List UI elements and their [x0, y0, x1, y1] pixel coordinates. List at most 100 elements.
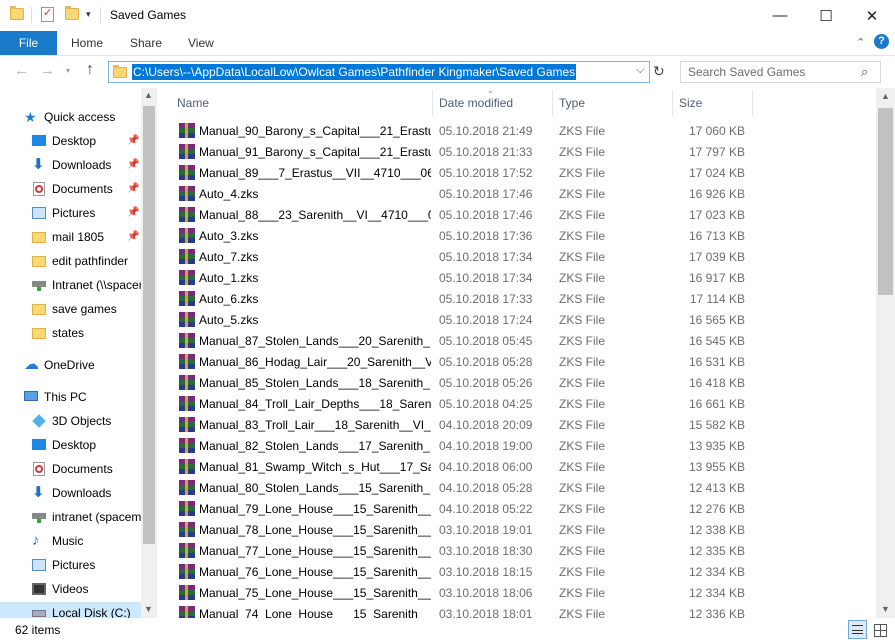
sidebar-item-label: This PC	[44, 390, 87, 404]
sidebar-item[interactable]: Intranet (\\spacem	[0, 274, 141, 296]
sidebar-item[interactable]: intranet (spacem	[0, 506, 141, 528]
file-row[interactable]: Manual_80_Stolen_Lands___15_Sarenith_...…	[158, 477, 876, 498]
scroll-down-icon[interactable]: ▼	[144, 604, 153, 614]
file-type: ZKS File	[559, 334, 606, 348]
computer-icon	[24, 390, 38, 404]
tab-file[interactable]: File	[0, 31, 57, 55]
navigation-scrollbar-thumb[interactable]	[143, 106, 155, 544]
sidebar-item[interactable]: Videos	[0, 578, 141, 600]
help-icon[interactable]: ?	[874, 34, 889, 49]
file-date-modified: 05.10.2018 17:34	[439, 250, 533, 264]
file-name: Auto_3.zks	[199, 229, 259, 243]
archive-file-icon	[179, 186, 195, 201]
archive-file-icon	[179, 480, 195, 495]
file-row[interactable]: Manual_87_Stolen_Lands___20_Sarenith_...…	[158, 330, 876, 351]
column-size[interactable]: Size	[679, 96, 702, 110]
sidebar-item[interactable]: Documents	[0, 458, 141, 480]
forward-icon[interactable]: →	[40, 62, 55, 79]
archive-file-icon	[179, 312, 195, 327]
file-row[interactable]: Manual_91_Barony_s_Capital___21_Erastu..…	[158, 141, 876, 162]
tab-view[interactable]: View	[188, 36, 214, 50]
column-divider[interactable]	[432, 90, 433, 116]
tab-home[interactable]: Home	[71, 36, 103, 50]
file-row[interactable]: Manual_75_Lone_House___15_Sarenith__... 0…	[158, 582, 876, 603]
file-row[interactable]: Manual_79_Lone_House___15_Sarenith__... 0…	[158, 498, 876, 519]
minimize-button[interactable]: —	[757, 0, 803, 31]
sidebar-item[interactable]: save games	[0, 298, 141, 320]
sidebar-item[interactable]: states	[0, 322, 141, 344]
file-row[interactable]: Manual_78_Lone_House___15_Sarenith__... 0…	[158, 519, 876, 540]
sidebar-item[interactable]: Desktop	[0, 130, 141, 152]
file-row[interactable]: Manual_81_Swamp_Witch_s_Hut___17_Sa... 04…	[158, 456, 876, 477]
sidebar-item[interactable]: Desktop	[0, 434, 141, 456]
file-date-modified: 05.10.2018 17:46	[439, 208, 533, 222]
file-row[interactable]: Auto_4.zks 05.10.2018 17:46 ZKS File 16 926…	[158, 183, 876, 204]
file-type: ZKS File	[559, 397, 606, 411]
scroll-up-icon[interactable]: ▲	[144, 90, 153, 100]
file-row[interactable]: Manual_82_Stolen_Lands___17_Sarenith_...…	[158, 435, 876, 456]
sidebar-item[interactable]: ★ Quick access	[0, 106, 141, 128]
file-row[interactable]: Manual_86_Hodag_Lair___20_Sarenith__VI..…	[158, 351, 876, 372]
file-date-modified: 04.10.2018 06:00	[439, 460, 533, 474]
sidebar-item[interactable]: edit pathfinder	[0, 250, 141, 272]
archive-file-icon	[179, 333, 195, 348]
file-row[interactable]: Auto_6.zks 05.10.2018 17:33 ZKS File 17 114…	[158, 288, 876, 309]
collapse-ribbon-icon[interactable]: ⌃	[856, 36, 865, 49]
scroll-down-icon[interactable]: ▼	[881, 604, 890, 614]
search-icon[interactable]: ⌕	[861, 64, 868, 80]
file-row[interactable]: Auto_1.zks 05.10.2018 17:34 ZKS File 16 917…	[158, 267, 876, 288]
file-row[interactable]: Manual_89___7_Erastus__VII__4710___06_..…	[158, 162, 876, 183]
sidebar-item[interactable]: Pictures	[0, 554, 141, 576]
column-name[interactable]: Name	[177, 96, 209, 110]
column-type[interactable]: Type	[559, 96, 585, 110]
recent-locations-icon[interactable]: ▾	[66, 66, 70, 75]
file-size: 17 060 KB	[688, 124, 745, 138]
file-row[interactable]: Auto_5.zks 05.10.2018 17:24 ZKS File 16 565…	[158, 309, 876, 330]
sidebar-item-label: Quick access	[44, 110, 116, 124]
sidebar-item[interactable]: Documents	[0, 178, 141, 200]
tab-share[interactable]: Share	[130, 36, 162, 50]
pin-icon: 📌	[127, 183, 140, 194]
large-icons-view-button[interactable]	[870, 620, 889, 639]
refresh-icon[interactable]: ↻	[653, 63, 665, 80]
file-date-modified: 05.10.2018 17:24	[439, 313, 533, 327]
address-path[interactable]: C:\Users\--\AppData\LocalLow\Owlcat Game…	[132, 64, 577, 80]
file-list-scrollbar-thumb[interactable]	[878, 108, 893, 295]
file-row[interactable]: Auto_7.zks 05.10.2018 17:34 ZKS File 17 039…	[158, 246, 876, 267]
sidebar-item[interactable]: ⬇ Downloads	[0, 154, 141, 176]
new-folder-icon[interactable]	[65, 6, 79, 20]
download-icon: ⬇	[32, 484, 45, 501]
column-date-modified[interactable]: Date modified	[439, 96, 513, 110]
sidebar-item[interactable]: ☁ OneDrive	[0, 354, 141, 376]
file-row[interactable]: Manual_74_Lone_House___15_Sarenith__... 0…	[158, 603, 876, 618]
sidebar-item-label: Downloads	[52, 158, 112, 172]
file-row[interactable]: Manual_76_Lone_House___15_Sarenith__... 0…	[158, 561, 876, 582]
column-divider[interactable]	[672, 90, 673, 116]
sidebar-item[interactable]: 3D Objects	[0, 410, 141, 432]
sidebar-item[interactable]: ♪ Music	[0, 530, 141, 552]
back-icon[interactable]: ←	[14, 62, 29, 79]
file-size: 16 917 KB	[688, 271, 745, 285]
properties-icon[interactable]: ✓	[41, 7, 54, 22]
sidebar-item-label: states	[52, 326, 85, 340]
sidebar-item[interactable]: This PC	[0, 386, 141, 408]
file-row[interactable]: Auto_3.zks 05.10.2018 17:36 ZKS File 16 713…	[158, 225, 876, 246]
close-button[interactable]: ✕	[849, 0, 895, 31]
file-row[interactable]: Manual_85_Stolen_Lands___18_Sarenith_...…	[158, 372, 876, 393]
maximize-button[interactable]: ☐	[803, 0, 849, 31]
file-row[interactable]: Manual_90_Barony_s_Capital___21_Erastu..…	[158, 120, 876, 141]
sidebar-item[interactable]: ⬇ Downloads	[0, 482, 141, 504]
column-divider[interactable]	[752, 90, 753, 116]
column-divider[interactable]	[552, 90, 553, 116]
up-icon[interactable]: ↑	[86, 61, 94, 79]
sidebar-item[interactable]: mail 1805	[0, 226, 141, 248]
file-row[interactable]: Manual_77_Lone_House___15_Sarenith__... 0…	[158, 540, 876, 561]
customize-quick-access-icon[interactable]: ▾	[86, 9, 91, 20]
file-row[interactable]: Manual_83_Troll_Lair___18_Sarenith__VI_.…	[158, 414, 876, 435]
address-dropdown-icon[interactable]: ⌵	[636, 64, 644, 77]
file-row[interactable]: Manual_88___23_Sarenith__VI__4710___0...…	[158, 204, 876, 225]
file-row[interactable]: Manual_84_Troll_Lair_Depths___18_Sareni.…	[158, 393, 876, 414]
sidebar-item[interactable]: Pictures	[0, 202, 141, 224]
scroll-up-icon[interactable]: ▲	[881, 91, 890, 101]
details-view-button[interactable]	[848, 620, 867, 639]
